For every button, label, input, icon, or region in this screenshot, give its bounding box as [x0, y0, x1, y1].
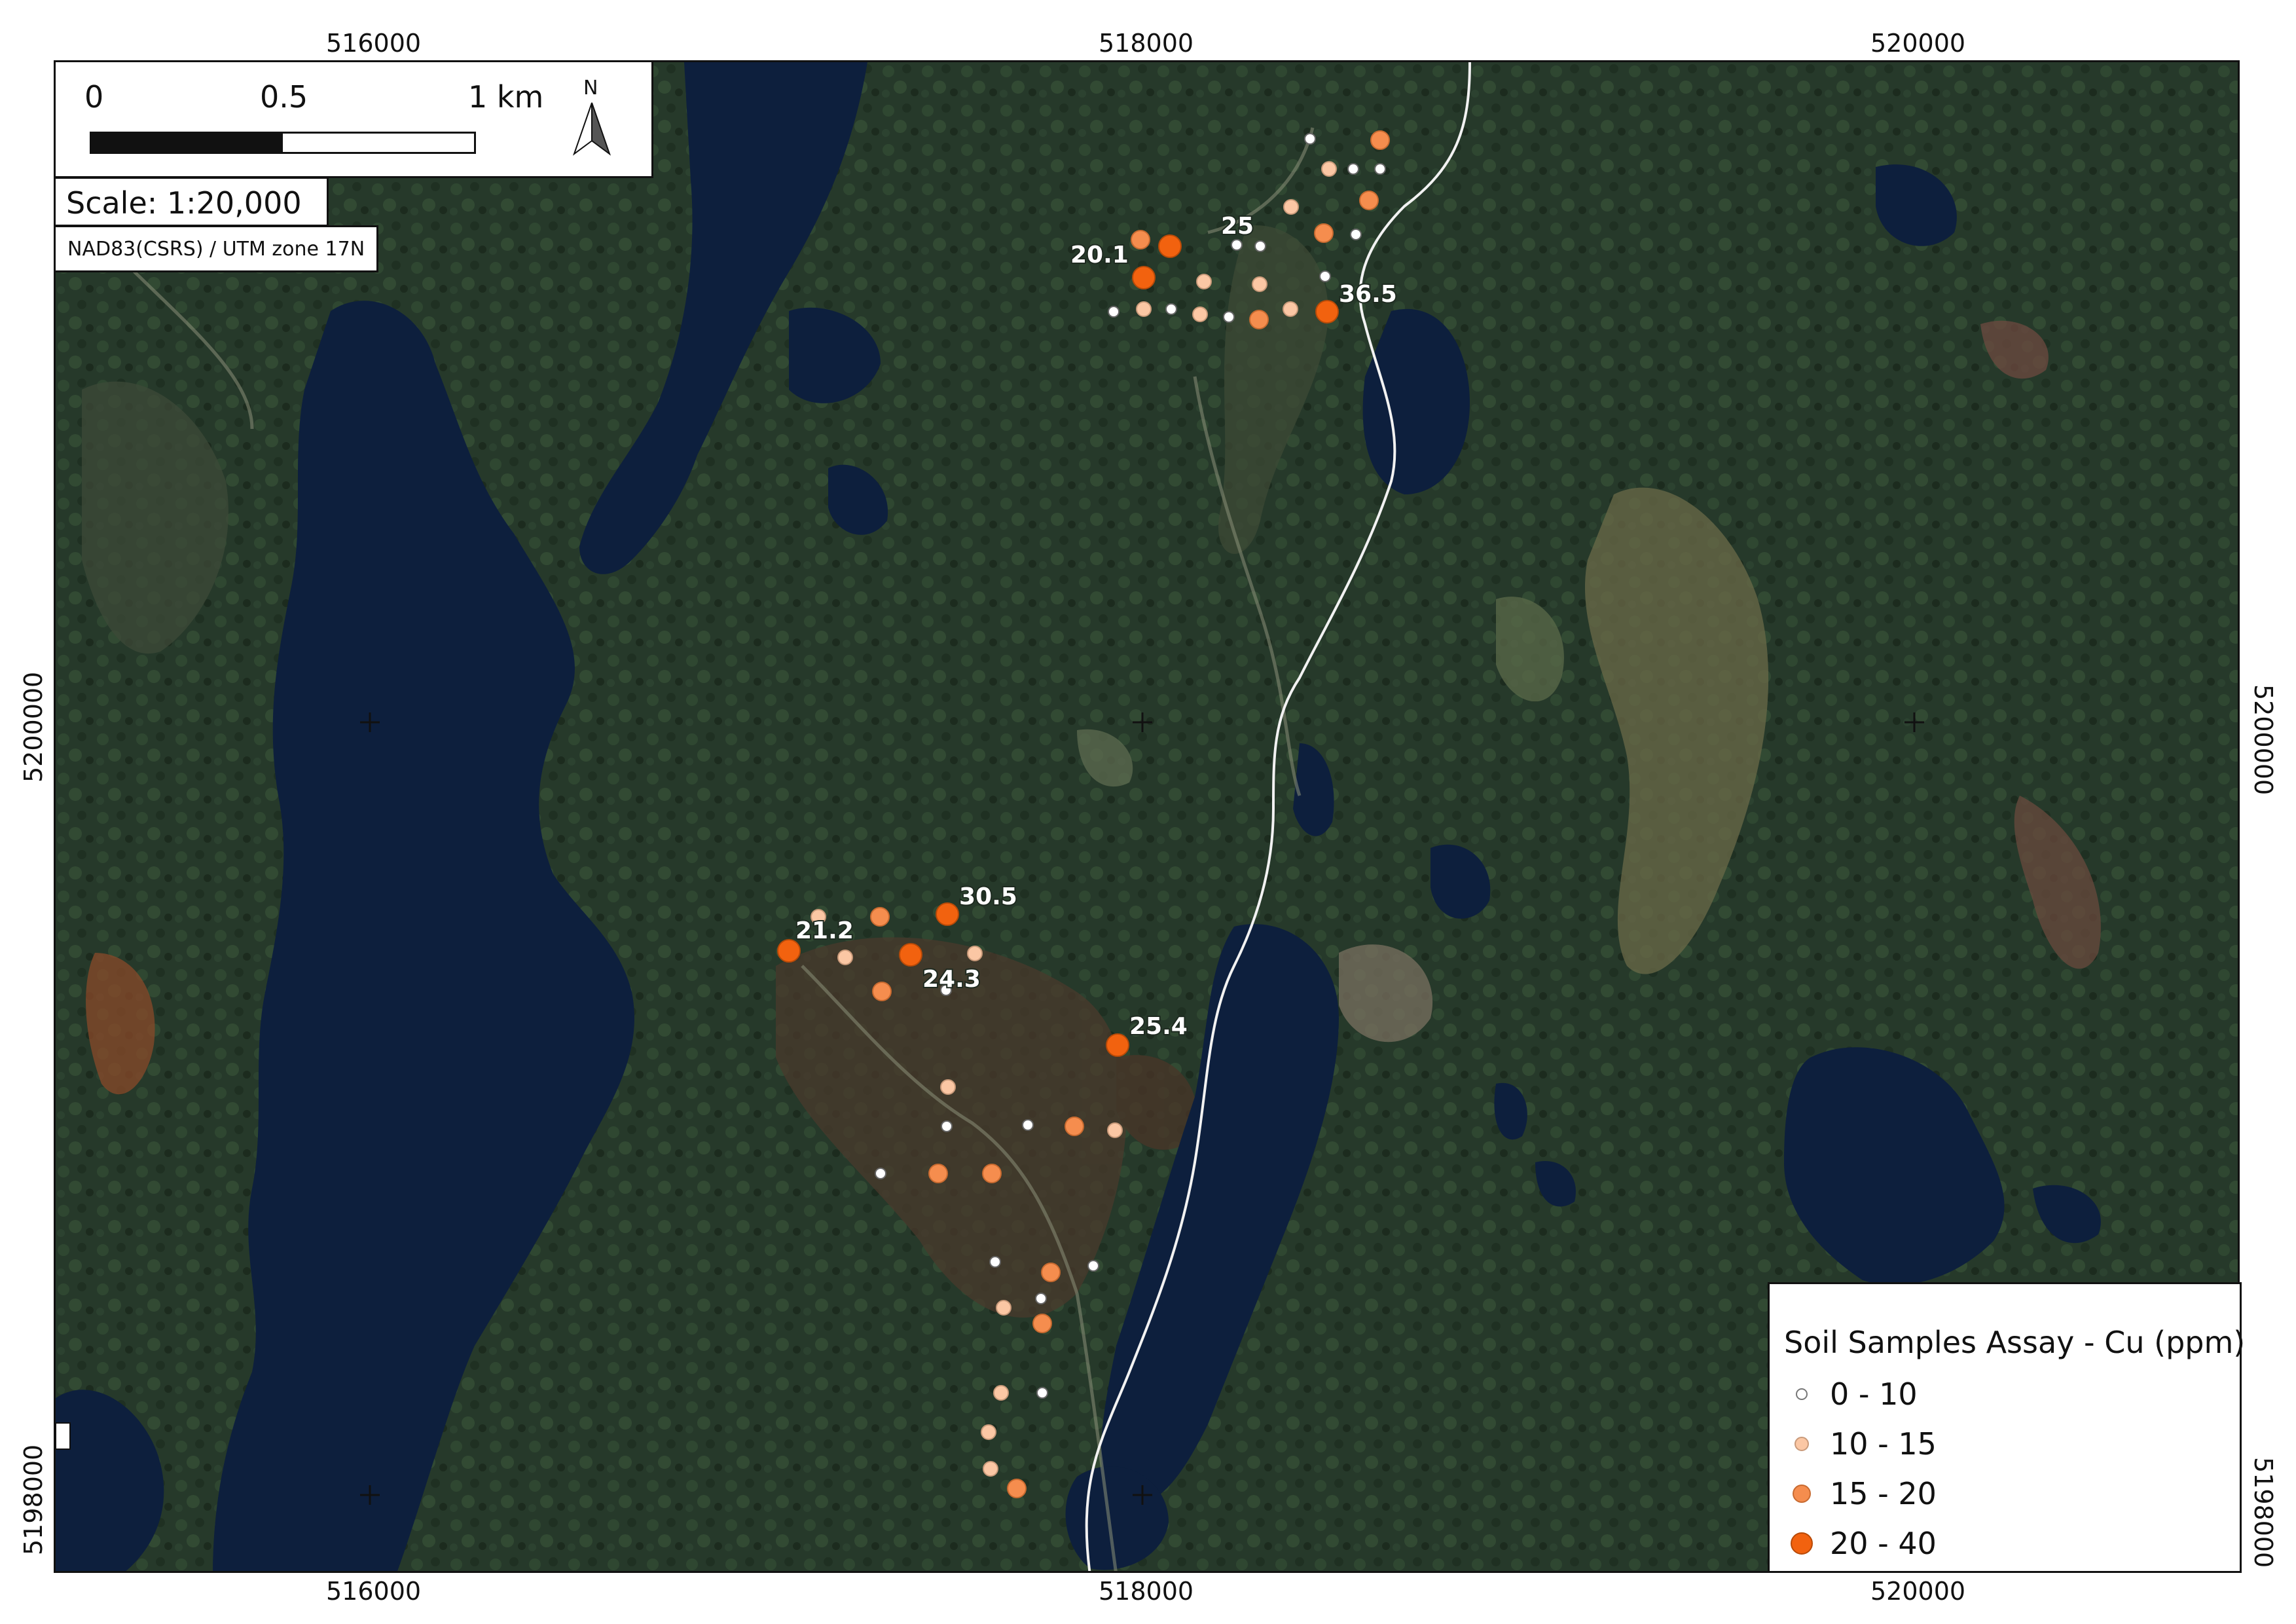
sample-marker[interactable] [989, 1256, 1001, 1268]
sample-value-label: 25.4 [1129, 1013, 1188, 1040]
sample-marker[interactable] [1254, 240, 1266, 252]
sample-marker[interactable] [1035, 1293, 1047, 1304]
legend-item-0-10: 0 - 10 [1784, 1375, 1918, 1414]
edge-marker [56, 1422, 71, 1450]
sample-marker[interactable] [1359, 191, 1379, 210]
sample-marker[interactable] [993, 1385, 1009, 1401]
sample-marker[interactable] [1223, 311, 1235, 323]
sample-marker[interactable] [1319, 270, 1331, 282]
sample-marker[interactable] [1252, 276, 1267, 292]
sample-marker[interactable] [1370, 130, 1390, 150]
grid-label-left-2: 5198000 [19, 1444, 48, 1555]
legend-swatch-10-15 [1795, 1437, 1809, 1451]
grid-label-bottom-3: 520000 [1870, 1577, 1966, 1606]
scale-text: Scale: 1:20,000 [66, 185, 302, 221]
north-arrow: N [566, 77, 619, 162]
sample-marker[interactable] [1283, 301, 1298, 317]
sample-value-label: 36.5 [1339, 281, 1397, 308]
sample-marker[interactable] [928, 1164, 948, 1183]
grid-label-top-3: 520000 [1870, 29, 1966, 58]
sample-marker[interactable] [1041, 1263, 1061, 1282]
sample-marker[interactable] [1087, 1260, 1099, 1272]
legend-label: 10 - 15 [1830, 1426, 1937, 1462]
grid-label-bottom-1: 516000 [326, 1577, 422, 1606]
scale-tick-mid: 0.5 [260, 79, 308, 115]
sample-marker[interactable] [1022, 1119, 1034, 1131]
sample-marker[interactable] [1192, 306, 1208, 322]
sample-marker[interactable] [1165, 303, 1177, 315]
sample-marker[interactable] [899, 943, 922, 967]
scale-tick-end: 1 km [468, 79, 544, 115]
crs-panel: NAD83(CSRS) / UTM zone 17N [54, 225, 378, 272]
sample-marker[interactable] [837, 950, 853, 965]
legend-swatch-20-40 [1791, 1532, 1813, 1555]
legend-swatch-0-10 [1796, 1388, 1808, 1400]
sample-marker[interactable] [1315, 300, 1339, 323]
legend-label: 0 - 10 [1830, 1376, 1918, 1412]
sample-marker[interactable] [941, 1120, 953, 1132]
sample-marker[interactable] [1249, 310, 1269, 329]
sample-value-label: 30.5 [959, 883, 1017, 910]
sample-marker[interactable] [1107, 1122, 1123, 1138]
sample-marker[interactable] [1032, 1314, 1052, 1333]
legend: Soil Samples Assay - Cu (ppm) 0 - 10 10 … [1768, 1282, 2246, 1573]
scale-tick-0: 0 [84, 79, 104, 115]
grid-label-top-2: 518000 [1099, 29, 1194, 58]
sample-marker[interactable] [1350, 229, 1362, 240]
sample-marker[interactable] [1132, 266, 1156, 289]
sample-marker[interactable] [1314, 223, 1334, 243]
legend-item-10-15: 10 - 15 [1784, 1424, 1937, 1464]
sample-marker[interactable] [1196, 274, 1212, 289]
sample-marker[interactable] [1108, 306, 1120, 318]
legend-item-15-20: 15 - 20 [1784, 1474, 1937, 1513]
sample-marker[interactable] [967, 946, 983, 961]
sample-value-label: 25 [1221, 213, 1254, 240]
sample-marker[interactable] [936, 902, 959, 926]
sample-marker[interactable] [996, 1300, 1011, 1316]
sample-value-label: 24.3 [922, 966, 981, 993]
grid-label-right-2: 5198000 [2249, 1457, 2278, 1568]
sample-marker[interactable] [1106, 1033, 1129, 1057]
legend-label: 20 - 40 [1830, 1526, 1937, 1561]
legend-title: Soil Samples Assay - Cu (ppm) [1784, 1325, 2246, 1360]
sample-marker[interactable] [940, 1079, 956, 1095]
legend-item-20-40: 20 - 40 [1784, 1524, 1937, 1563]
grid-label-right-1: 5200000 [2249, 684, 2278, 796]
scale-bar-panel: 0 0.5 1 km N [54, 60, 653, 178]
sample-marker[interactable] [981, 1424, 996, 1440]
sample-marker[interactable] [872, 982, 892, 1001]
sample-marker[interactable] [1231, 239, 1243, 251]
legend-swatch-15-20 [1793, 1485, 1811, 1503]
crs-text: NAD83(CSRS) / UTM zone 17N [67, 238, 365, 261]
sample-marker[interactable] [1374, 163, 1386, 175]
sample-marker[interactable] [875, 1168, 886, 1179]
north-arrow-icon [572, 102, 611, 156]
grid-label-top-1: 516000 [326, 29, 422, 58]
sample-marker[interactable] [1158, 234, 1182, 258]
sample-marker[interactable] [870, 907, 890, 927]
sample-marker[interactable] [1304, 133, 1316, 145]
sample-marker[interactable] [1283, 199, 1299, 215]
sample-marker[interactable] [1321, 161, 1337, 177]
legend-label: 15 - 20 [1830, 1476, 1937, 1511]
sample-marker[interactable] [1131, 230, 1150, 249]
scale-bar [90, 132, 476, 154]
sample-marker[interactable] [1007, 1479, 1027, 1498]
sample-marker[interactable] [1036, 1387, 1048, 1399]
scale-bar-filled [92, 134, 283, 152]
grid-label-bottom-2: 518000 [1099, 1577, 1194, 1606]
sample-marker[interactable] [1347, 163, 1359, 175]
grid-label-left-1: 5200000 [19, 671, 48, 783]
sample-value-label: 21.2 [795, 917, 854, 944]
sample-marker[interactable] [1136, 301, 1152, 317]
sample-marker[interactable] [982, 1164, 1002, 1183]
scale-text-panel: Scale: 1:20,000 [54, 177, 329, 227]
sample-value-label: 20.1 [1070, 242, 1129, 268]
sample-marker[interactable] [1065, 1116, 1084, 1136]
sample-marker[interactable] [983, 1461, 998, 1477]
north-label: N [583, 77, 598, 100]
